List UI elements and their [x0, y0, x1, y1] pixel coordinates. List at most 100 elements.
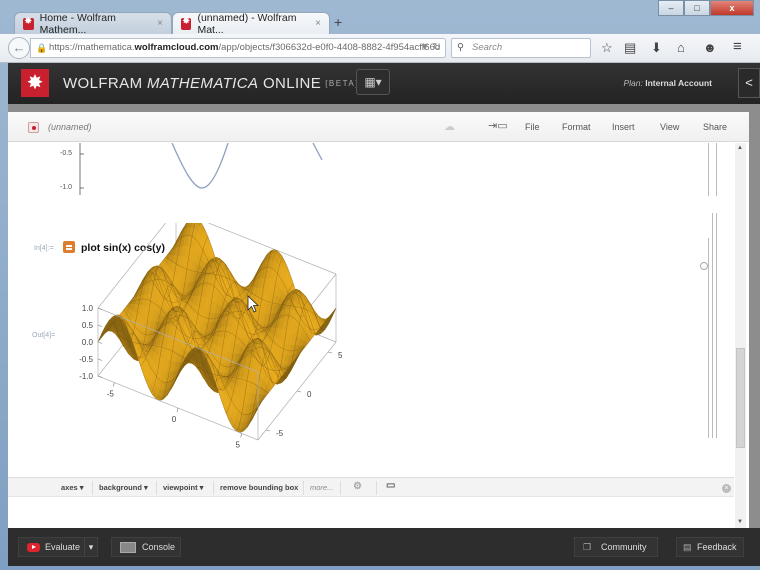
evaluate-options-button[interactable]: ▾: [84, 537, 98, 557]
wolfram-favicon-icon: [181, 16, 192, 30]
y-tick: [327, 351, 333, 354]
z-tick: [97, 307, 103, 310]
menu-icon[interactable]: ≡: [733, 39, 742, 55]
cell-bracket[interactable]: [716, 143, 717, 196]
suggestion-viewpoint[interactable]: viewpoint ▾: [163, 483, 203, 492]
x-tick: [176, 407, 179, 413]
scrollbar-thumb[interactable]: [736, 348, 745, 448]
community-button[interactable]: ❐ Community: [574, 537, 658, 557]
wolfram-favicon-icon: [23, 16, 34, 30]
back-button[interactable]: ←: [8, 37, 30, 59]
star-icon[interactable]: ☆: [601, 40, 613, 56]
x-tick: [240, 433, 242, 438]
new-tab-button[interactable]: +: [334, 14, 342, 30]
chat-icon[interactable]: ☻: [703, 40, 717, 56]
cell-bracket[interactable]: [708, 143, 709, 196]
suggestion-more[interactable]: more...: [310, 483, 333, 492]
browser-window: Home - Wolfram Mathem... × (unnamed) - W…: [0, 0, 760, 570]
menu-view[interactable]: View: [660, 122, 679, 132]
cell-bracket[interactable]: [716, 213, 717, 438]
tick-label: -0.5: [60, 150, 73, 157]
menu-share[interactable]: Share: [703, 122, 727, 132]
maximize-button[interactable]: □: [684, 0, 710, 16]
feedback-icon: ▤: [683, 542, 692, 552]
z-tick: [97, 341, 103, 344]
y-tick-label: 5: [338, 351, 343, 360]
deploy-icon[interactable]: ⇥▭: [488, 119, 508, 132]
footer-bar: Evaluate ▾ Console ❐ Community ▤ Feedbac…: [8, 528, 760, 566]
community-icon: ❐: [583, 542, 592, 552]
previous-plot: [79, 143, 323, 195]
menu-format[interactable]: Format: [562, 122, 591, 132]
notebook-toolbar: (unnamed) ☁ ⇥▭ File Format Insert View S…: [8, 112, 749, 142]
suggestion-background[interactable]: background ▾: [99, 483, 148, 492]
notebook-icon: [28, 122, 39, 133]
y-tick: [265, 429, 271, 432]
notebook-name[interactable]: (unnamed): [48, 122, 92, 132]
tab-unnamed[interactable]: (unnamed) - Wolfram Mat... ×: [172, 12, 330, 36]
z-tick: [97, 358, 103, 361]
layout-menu-button[interactable]: ▦▾: [356, 69, 390, 95]
z-tick: [97, 324, 103, 327]
reading-list-icon[interactable]: ▤: [624, 40, 636, 56]
cloud-icon[interactable]: ☁: [444, 120, 455, 133]
z-tick-label: 0.0: [82, 338, 94, 347]
plan-info: Plan: Internal Account: [623, 78, 713, 88]
close-cell-icon[interactable]: [700, 262, 708, 270]
scroll-down-icon[interactable]: ▼: [737, 519, 743, 525]
suggestion-axes[interactable]: axes ▾: [61, 483, 84, 492]
surface-plot[interactable]: 1.0 0.5 0.0 -0.5 -1.0 -5 0 5 -5 0 5: [8, 223, 348, 483]
tick-label: -1.0: [60, 184, 73, 191]
reload-icon[interactable]: ↻: [433, 42, 441, 53]
z-tick-label: 1.0: [82, 304, 94, 313]
z-tick: [97, 375, 103, 378]
x-tick-label: -5: [107, 390, 115, 399]
y-tick-label: 0: [307, 390, 312, 399]
suggestions-bar: axes ▾ background ▾ viewpoint ▾ remove b…: [8, 477, 734, 497]
cell-bracket[interactable]: [708, 238, 709, 438]
previous-plot-curve: [312, 143, 323, 161]
close-suggestions-icon[interactable]: ×: [722, 484, 731, 493]
comment-icon[interactable]: ▭: [386, 480, 395, 491]
suggestion-remove-bounding-box[interactable]: remove bounding box: [220, 483, 298, 492]
lock-icon: 🔒: [36, 43, 48, 53]
scroll-up-icon[interactable]: ▲: [737, 145, 743, 151]
play-icon: [27, 543, 40, 552]
menu-file[interactable]: File: [525, 122, 540, 132]
scrollbar[interactable]: ▲ ▼: [735, 143, 746, 528]
menu-insert[interactable]: Insert: [612, 122, 635, 132]
search-icon: ⚲: [457, 42, 464, 53]
y-tick-label: -5: [276, 429, 284, 438]
home-icon[interactable]: ⌂: [677, 40, 685, 56]
x-tick: [113, 382, 115, 387]
tab-title: Home - Wolfram Mathem...: [39, 11, 116, 36]
y-tick: [296, 390, 302, 393]
search-input[interactable]: ⚲ Search: [451, 38, 591, 58]
x-tick-label: 0: [172, 415, 177, 424]
close-window-button[interactable]: x: [710, 0, 754, 16]
notebook: (unnamed) ☁ ⇥▭ File Format Insert View S…: [8, 112, 749, 528]
cell-bracket[interactable]: [712, 213, 713, 438]
surface: [97, 223, 337, 433]
console-icon: [120, 542, 136, 553]
tab-home[interactable]: Home - Wolfram Mathem... ×: [14, 11, 172, 36]
settings-icon[interactable]: ⚙: [353, 481, 362, 492]
previous-plot-curve: [171, 143, 229, 189]
wolfram-logo-icon[interactable]: ✸: [21, 69, 49, 97]
close-tab-icon[interactable]: ×: [157, 18, 163, 29]
z-tick-label: 0.5: [82, 321, 94, 330]
app-title: WOLFRAM MATHEMATICA ONLINE [BETA]: [63, 75, 359, 92]
minimize-button[interactable]: –: [658, 0, 684, 16]
console-button[interactable]: Console: [111, 537, 181, 557]
download-icon[interactable]: ⬇: [651, 40, 662, 56]
z-tick-label: -1.0: [79, 372, 93, 381]
close-tab-icon[interactable]: ×: [315, 18, 321, 29]
navigation-bar: 🔒 https://mathematica.wolframcloud.com/ap…: [0, 34, 760, 63]
notebook-content: -0.5 -1.0 In[4]:= plot sin(x) cos(y) Out…: [8, 143, 734, 528]
collapse-sidebar-button[interactable]: <: [738, 68, 760, 98]
url-dropdown-icon[interactable]: ▼: [420, 42, 430, 53]
tab-bar: Home - Wolfram Mathem... × (unnamed) - W…: [0, 0, 760, 36]
feedback-button[interactable]: ▤ Feedback: [676, 537, 744, 557]
app-header: ✸ WOLFRAM MATHEMATICA ONLINE [BETA] ▦▾ Pl…: [8, 63, 760, 104]
url-bar[interactable]: 🔒 https://mathematica.wolframcloud.com/ap…: [30, 38, 446, 58]
